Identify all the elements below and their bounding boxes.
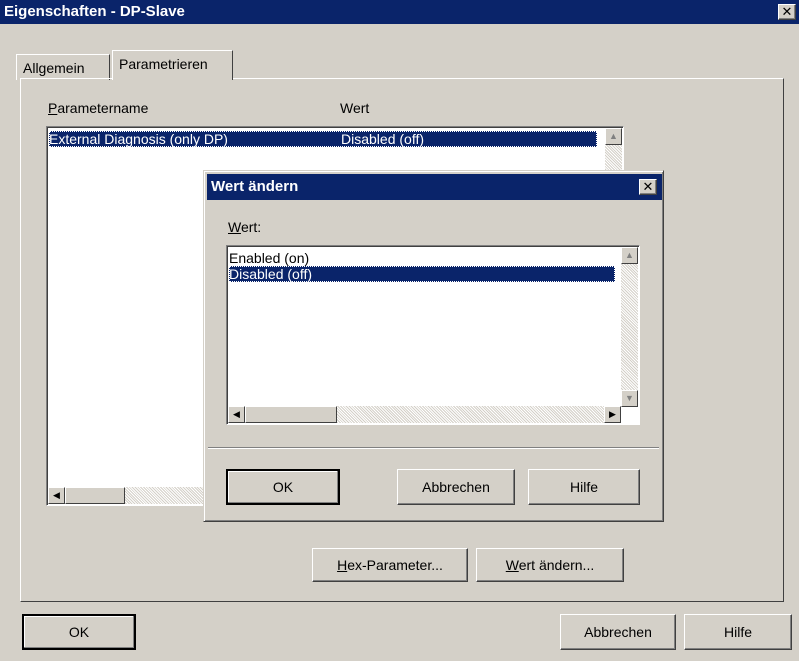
option-label: Enabled (on) xyxy=(229,250,310,266)
options-list-hscrollbar[interactable]: ◀ ▶ xyxy=(228,406,621,423)
column-header-wert: Wert xyxy=(340,100,370,116)
window-title: Eigenschaften - DP-Slave xyxy=(4,3,185,20)
dialog-title-bar: Wert ändern xyxy=(207,174,662,200)
dialog-close-button[interactable]: ✕ xyxy=(639,179,657,195)
scroll-right-icon[interactable]: ▶ xyxy=(604,406,621,423)
dialog-wert-label: Wert: xyxy=(228,219,262,235)
close-icon: ✕ xyxy=(642,179,654,194)
wert-aendern-button[interactable]: Wert ändern... xyxy=(476,548,624,582)
wert-options-list[interactable]: Enabled (on) Disabled (off) ▲ ▼ ◀ ▶ xyxy=(226,245,640,425)
scroll-left-icon[interactable]: ◀ xyxy=(228,406,245,423)
window-close-button[interactable]: ✕ xyxy=(778,4,796,20)
close-icon: ✕ xyxy=(781,4,793,19)
list-item[interactable]: Enabled (on) xyxy=(229,250,615,266)
dialog-separator xyxy=(208,447,659,449)
dialog-abbrechen-button[interactable]: Abbrechen xyxy=(397,469,515,505)
hilfe-button[interactable]: Hilfe xyxy=(684,614,792,650)
scroll-up-icon[interactable]: ▲ xyxy=(621,247,638,264)
parameter-name: External Diagnosis (only DP) xyxy=(49,131,228,147)
scroll-left-icon[interactable]: ◀ xyxy=(48,487,65,504)
hscroll-thumb[interactable] xyxy=(65,487,125,504)
list-item[interactable]: External Diagnosis (only DP) Disabled (o… xyxy=(49,131,597,147)
parameter-value: Disabled (off) xyxy=(341,131,425,147)
tab-parametrieren[interactable]: Parametrieren xyxy=(112,50,233,80)
dialog-hilfe-button[interactable]: Hilfe xyxy=(528,469,640,505)
dialog-title: Wert ändern xyxy=(211,178,299,195)
scroll-up-icon[interactable]: ▲ xyxy=(605,128,622,145)
wert-aendern-dialog: Wert ändern ✕ Wert: Enabled (on) Disable… xyxy=(203,170,664,522)
tab-allgemein-label: Allgemein xyxy=(23,60,85,76)
hex-parameter-button[interactable]: Hex-Parameter... xyxy=(312,548,468,582)
window-title-bar: Eigenschaften - DP-Slave xyxy=(0,0,799,24)
column-header-parametername: Parametername xyxy=(48,100,149,116)
option-label: Disabled (off) xyxy=(229,266,313,282)
abbrechen-button[interactable]: Abbrechen xyxy=(560,614,676,650)
list-item[interactable]: Disabled (off) xyxy=(229,266,615,282)
tab-parametrieren-label: Parametrieren xyxy=(119,56,208,72)
scroll-down-icon[interactable]: ▼ xyxy=(621,390,638,407)
tab-allgemein[interactable]: Allgemein xyxy=(16,54,110,80)
options-list-vscrollbar[interactable]: ▲ ▼ xyxy=(621,247,638,407)
ok-button[interactable]: OK xyxy=(22,614,136,650)
hscroll-thumb[interactable] xyxy=(245,406,337,423)
dialog-ok-button[interactable]: OK xyxy=(226,469,340,505)
